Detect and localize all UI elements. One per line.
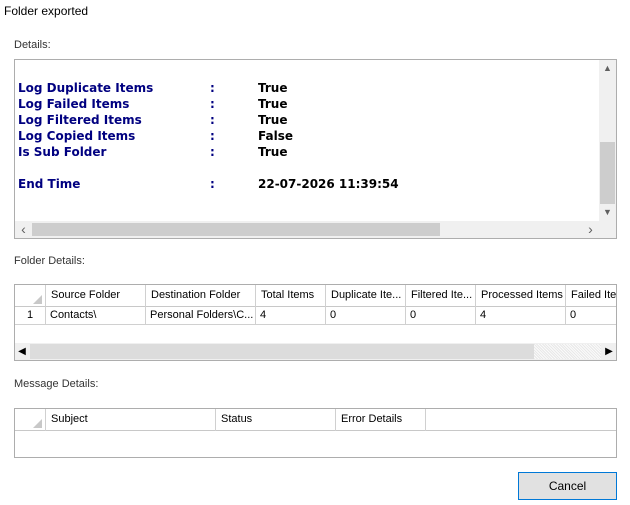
column-header-error-details[interactable]: Error Details: [336, 409, 426, 431]
message-details-grid[interactable]: Subject Status Error Details: [14, 408, 617, 458]
grid-header: Source Folder Destination Folder Total I…: [15, 285, 616, 307]
dialog-title: Folder exported: [4, 4, 89, 18]
cell-destination-folder[interactable]: Personal Folders\C...: [146, 307, 256, 325]
details-vertical-scrollbar[interactable]: ▲ ▼: [599, 60, 616, 221]
cancel-button[interactable]: Cancel: [518, 472, 617, 500]
log-key: Log Failed Items: [18, 97, 130, 111]
corner-triangle-icon: [33, 419, 42, 428]
log-separator: :: [210, 177, 215, 191]
log-key: Log Filtered Items: [18, 113, 142, 127]
column-header-destination-folder[interactable]: Destination Folder: [146, 285, 256, 307]
grid-scroll-track[interactable]: [534, 344, 601, 359]
grid-scroll-right-icon[interactable]: ▶: [602, 343, 616, 360]
vertical-scroll-thumb[interactable]: [600, 142, 615, 204]
scroll-left-icon[interactable]: ‹: [15, 221, 32, 238]
column-header-subject[interactable]: Subject: [46, 409, 216, 431]
corner-triangle-icon: [33, 295, 42, 304]
log-value: False: [258, 129, 293, 143]
column-header-duplicate-items[interactable]: Duplicate Ite...: [326, 285, 406, 307]
folder-details-label: Folder Details:: [14, 255, 85, 267]
cell-filtered-items[interactable]: 0: [406, 307, 476, 325]
column-header-source-folder[interactable]: Source Folder: [46, 285, 146, 307]
log-separator: :: [210, 81, 215, 95]
log-separator: :: [210, 113, 215, 127]
log-key: End Time: [18, 177, 81, 191]
log-separator: :: [210, 129, 215, 143]
column-header-filtered-items[interactable]: Filtered Ite...: [406, 285, 476, 307]
grid-select-all[interactable]: [15, 409, 46, 431]
cell-total-items[interactable]: 4: [256, 307, 326, 325]
column-header-failed-items[interactable]: Failed Iter: [566, 285, 616, 307]
message-details-label: Message Details:: [14, 378, 99, 390]
horizontal-scroll-thumb[interactable]: [32, 223, 440, 236]
grid-header: Subject Status Error Details: [15, 409, 616, 431]
log-value: True: [258, 113, 288, 127]
log-key: Log Duplicate Items: [18, 81, 154, 95]
column-header-total-items[interactable]: Total Items: [256, 285, 326, 307]
cell-failed-items[interactable]: 0: [566, 307, 616, 325]
cell-source-folder[interactable]: Contacts\: [46, 307, 146, 325]
log-value: True: [258, 145, 288, 159]
grid-scroll-thumb[interactable]: [30, 344, 534, 359]
log-value: 22-07-2026 11:39:54: [258, 177, 399, 191]
scroll-up-icon[interactable]: ▲: [599, 60, 616, 77]
log-separator: :: [210, 145, 215, 159]
column-header-status[interactable]: Status: [216, 409, 336, 431]
row-number: 1: [15, 307, 46, 325]
cell-processed-items[interactable]: 4: [476, 307, 566, 325]
log-key: Log Copied Items: [18, 129, 136, 143]
grid-scroll-left-icon[interactable]: ◀: [15, 343, 29, 360]
details-log-text: Log Duplicate Items : True Log Failed It…: [15, 60, 599, 221]
details-label: Details:: [14, 39, 51, 51]
scroll-right-icon[interactable]: ›: [582, 221, 599, 238]
cell-duplicate-items[interactable]: 0: [326, 307, 406, 325]
log-key: Is Sub Folder: [18, 145, 107, 159]
log-separator: :: [210, 97, 215, 111]
log-value: True: [258, 81, 288, 95]
log-value: True: [258, 97, 288, 111]
grid-select-all[interactable]: [15, 285, 46, 307]
folder-grid-horizontal-scrollbar[interactable]: ◀ ▶: [15, 343, 616, 360]
scroll-corner: [599, 221, 616, 238]
folder-details-grid[interactable]: Source Folder Destination Folder Total I…: [14, 284, 617, 361]
column-header-processed-items[interactable]: Processed Items: [476, 285, 566, 307]
table-row[interactable]: 1 Contacts\ Personal Folders\C... 4 0 0 …: [15, 307, 616, 325]
details-horizontal-scrollbar[interactable]: ‹ ›: [15, 221, 599, 238]
scroll-down-icon[interactable]: ▼: [599, 204, 616, 221]
details-log-box[interactable]: Log Duplicate Items : True Log Failed It…: [14, 59, 617, 239]
